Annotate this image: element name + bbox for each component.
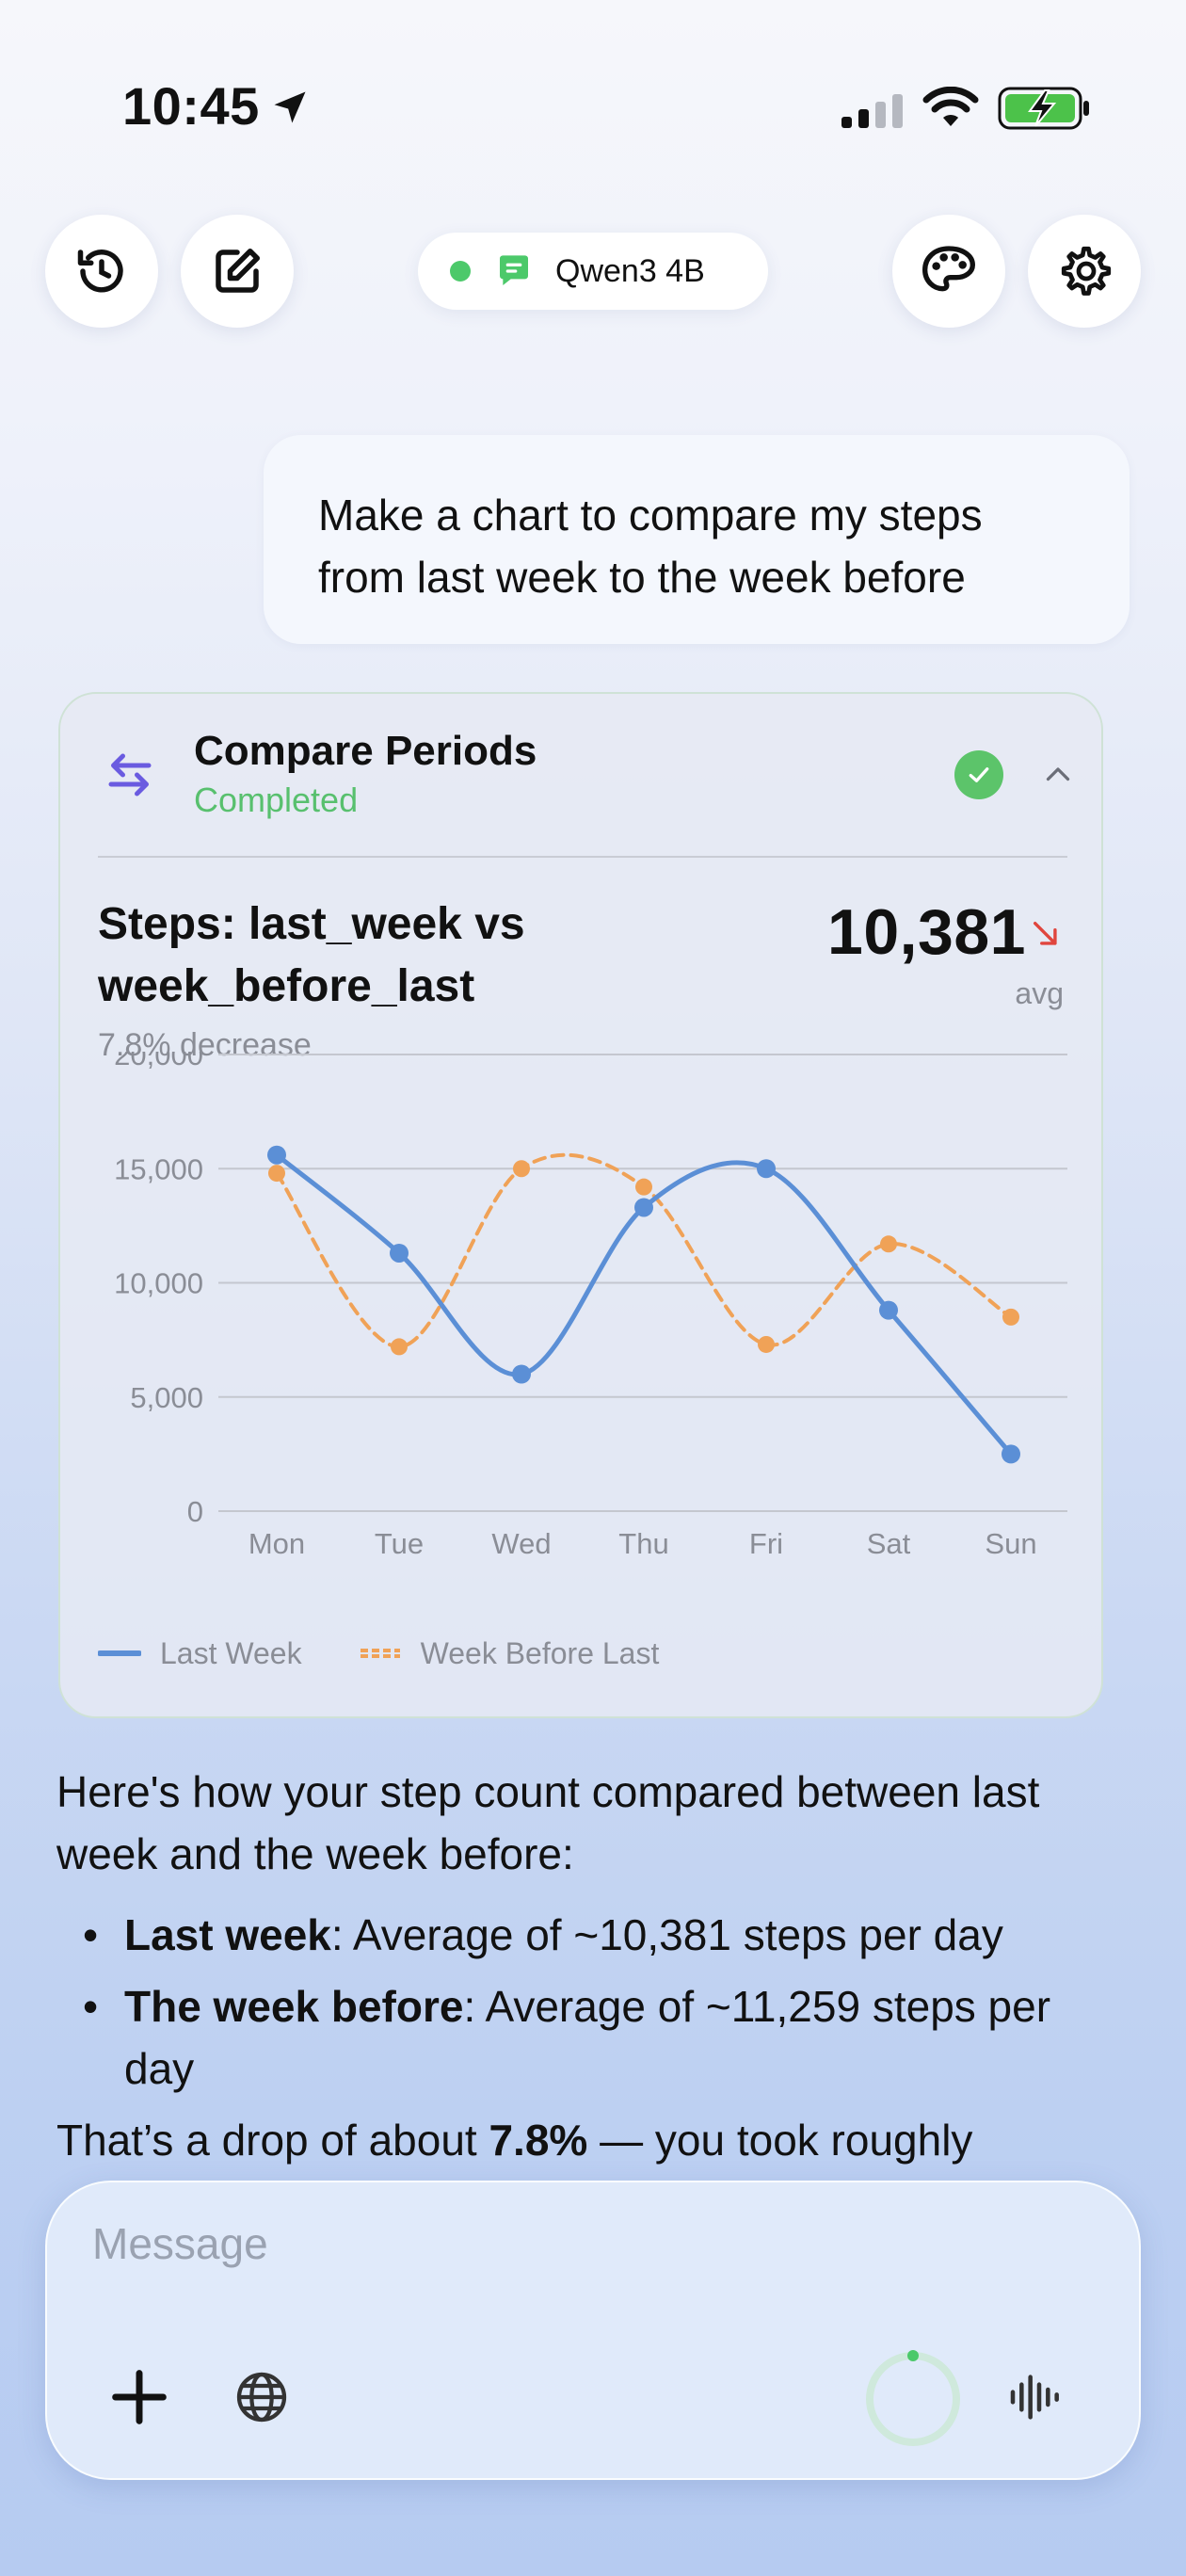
- x-tick-label: Sat: [867, 1527, 911, 1560]
- settings-button[interactable]: [1028, 215, 1141, 328]
- outro-start: That’s a drop of about: [56, 2116, 489, 2165]
- battery-charging-icon: [998, 87, 1089, 130]
- assistant-outro: That’s a drop of about 7.8% — you took r…: [56, 2109, 1120, 2171]
- trend-down-arrow-icon: [1033, 921, 1057, 945]
- bullet-bold: The week before: [124, 1982, 464, 2031]
- gear-icon: [1061, 246, 1112, 296]
- y-tick-label: 20,000: [114, 1052, 203, 1071]
- status-bar: 10:45: [0, 0, 1186, 217]
- x-tick-label: Thu: [618, 1527, 668, 1560]
- bullet-bold: Last week: [124, 1910, 331, 1959]
- tool-status: Completed: [194, 781, 359, 819]
- data-point: [391, 1338, 408, 1356]
- tool-title: Compare Periods: [194, 728, 537, 774]
- steps-line-chart: 0 5,000 10,000 15,000 20,000 Mon Tue Wed Thu Fri S…: [114, 1052, 1067, 1560]
- data-point: [757, 1159, 776, 1179]
- data-point: [512, 1364, 531, 1384]
- legend-swatch-dashed: [360, 1649, 400, 1658]
- legend-item-last-week: Last Week: [98, 1636, 302, 1671]
- model-loading-ring-icon: [866, 2350, 960, 2446]
- assistant-bullet-list: • Last week: Average of ~10,381 steps per…: [83, 1904, 1120, 2100]
- outro-bold: 7.8%: [489, 2116, 588, 2165]
- data-point: [634, 1198, 653, 1217]
- wifi-icon: [922, 87, 979, 126]
- chevron-up-icon[interactable]: [1039, 758, 1077, 792]
- location-arrow-icon: [274, 91, 306, 123]
- data-point: [513, 1160, 530, 1178]
- x-tick-label: Fri: [749, 1527, 783, 1560]
- x-tick-label: Tue: [375, 1527, 424, 1560]
- data-point: [879, 1300, 898, 1320]
- voice-waveform-icon[interactable]: [1005, 2367, 1066, 2427]
- add-attachment-icon[interactable]: [104, 2361, 175, 2433]
- list-item: • The week before: Average of ~11,259 ste…: [83, 1982, 1051, 2093]
- status-time: 10:45: [122, 76, 260, 136]
- chat-bubble-icon: [500, 255, 528, 285]
- model-status-dot: [450, 261, 471, 282]
- theme-button[interactable]: [892, 215, 1005, 328]
- y-tick-label: 5,000: [130, 1381, 203, 1414]
- assistant-message: Here's how your step count compared betw…: [56, 1761, 1120, 2190]
- compare-periods-card: Compare Periods Completed Steps: last_we…: [58, 692, 1103, 1718]
- cellular-signal-icon: [841, 94, 903, 128]
- bullet-text: : Average of ~10,381 steps per day: [330, 1910, 1003, 1959]
- user-message-bubble: Make a chart to compare my steps from la…: [264, 435, 1130, 644]
- completed-check-icon: [954, 750, 1003, 799]
- data-point: [880, 1235, 897, 1253]
- assistant-intro: Here's how your step count compared betw…: [56, 1767, 1040, 1878]
- headline-value: 10,381: [827, 896, 1026, 968]
- new-chat-button[interactable]: [181, 215, 294, 328]
- x-tick-label: Wed: [491, 1527, 551, 1560]
- legend-swatch-solid: [98, 1650, 141, 1656]
- history-icon: [77, 250, 123, 293]
- message-composer[interactable]: Message: [45, 2181, 1141, 2480]
- chart-title: Steps: last_week vs week_before_last: [98, 899, 525, 1011]
- data-point: [268, 1165, 285, 1183]
- model-name: Qwen3 4B: [555, 252, 705, 289]
- palette-icon: [922, 246, 976, 292]
- compose-icon: [216, 249, 260, 293]
- y-tick-label: 0: [187, 1495, 203, 1528]
- x-tick-label: Mon: [248, 1527, 305, 1560]
- data-point: [267, 1145, 286, 1165]
- history-button[interactable]: [45, 215, 158, 328]
- data-point: [390, 1243, 409, 1263]
- data-point: [1002, 1308, 1019, 1326]
- data-point: [635, 1178, 652, 1196]
- globe-icon[interactable]: [232, 2367, 292, 2427]
- card-divider: [98, 856, 1067, 858]
- headline-unit: avg: [1015, 976, 1064, 1010]
- x-tick-label: Sun: [985, 1527, 1036, 1560]
- outro-end: — you took roughly: [587, 2116, 973, 2165]
- y-tick-label: 10,000: [114, 1267, 203, 1300]
- legend-label: Last Week: [160, 1635, 302, 1670]
- y-tick-label: 15,000: [114, 1152, 203, 1185]
- legend-item-week-before-last: Week Before Last: [359, 1635, 660, 1671]
- legend-label: Week Before Last: [420, 1635, 660, 1670]
- data-point: [1002, 1444, 1020, 1464]
- chart-legend: Last Week Week Before Last: [98, 1631, 715, 1676]
- data-point: [758, 1335, 775, 1353]
- list-item: • Last week: Average of ~10,381 steps per…: [83, 1910, 1003, 1959]
- model-selector[interactable]: Qwen3 4B: [418, 233, 768, 310]
- compare-arrows-icon: [108, 753, 152, 797]
- message-input[interactable]: Message: [92, 2218, 268, 2269]
